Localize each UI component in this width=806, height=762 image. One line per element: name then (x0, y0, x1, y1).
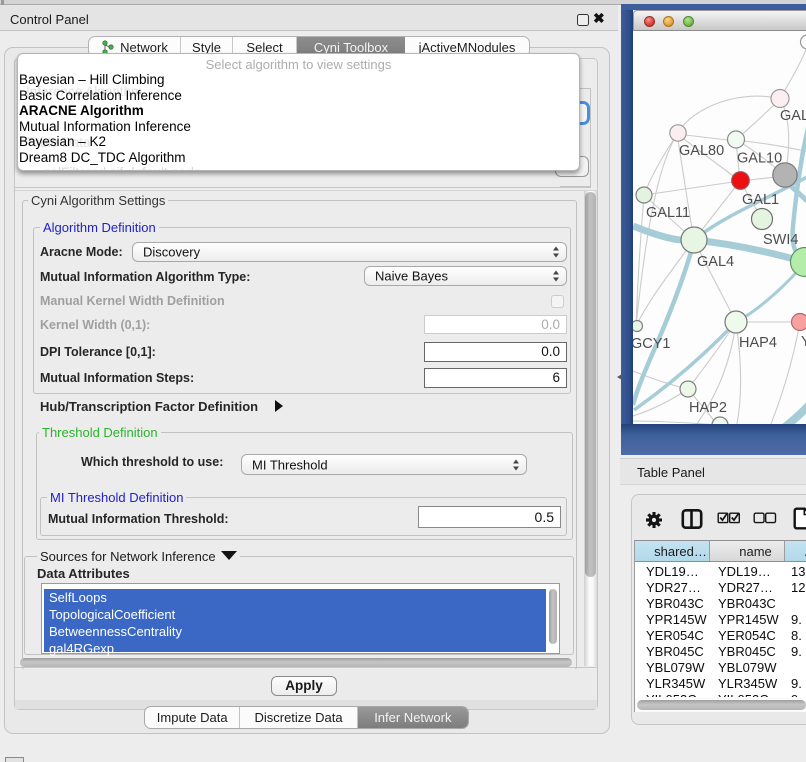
svg-text:HAP2: HAP2 (689, 400, 727, 416)
svg-text:GAL4: GAL4 (697, 254, 734, 270)
svg-text:GAL2: GAL2 (780, 108, 806, 124)
svg-text:GAL10: GAL10 (737, 151, 782, 167)
svg-text:SWI4: SWI4 (763, 232, 798, 248)
svg-text:YE: YE (801, 334, 806, 350)
svg-text:GAL1: GAL1 (742, 192, 779, 208)
svg-text:GCY1: GCY1 (633, 336, 671, 352)
svg-text:GAL80: GAL80 (679, 143, 724, 159)
svg-text:HAP4: HAP4 (739, 335, 777, 351)
svg-text:GAL11: GAL11 (646, 205, 690, 221)
